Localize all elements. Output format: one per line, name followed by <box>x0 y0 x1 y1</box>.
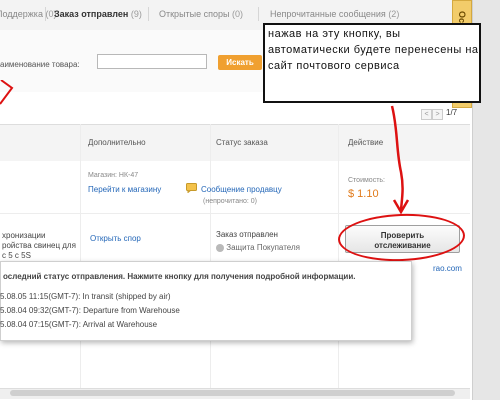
annotation-text: нажав на эту кнопку, вы автоматически бу… <box>268 28 479 72</box>
